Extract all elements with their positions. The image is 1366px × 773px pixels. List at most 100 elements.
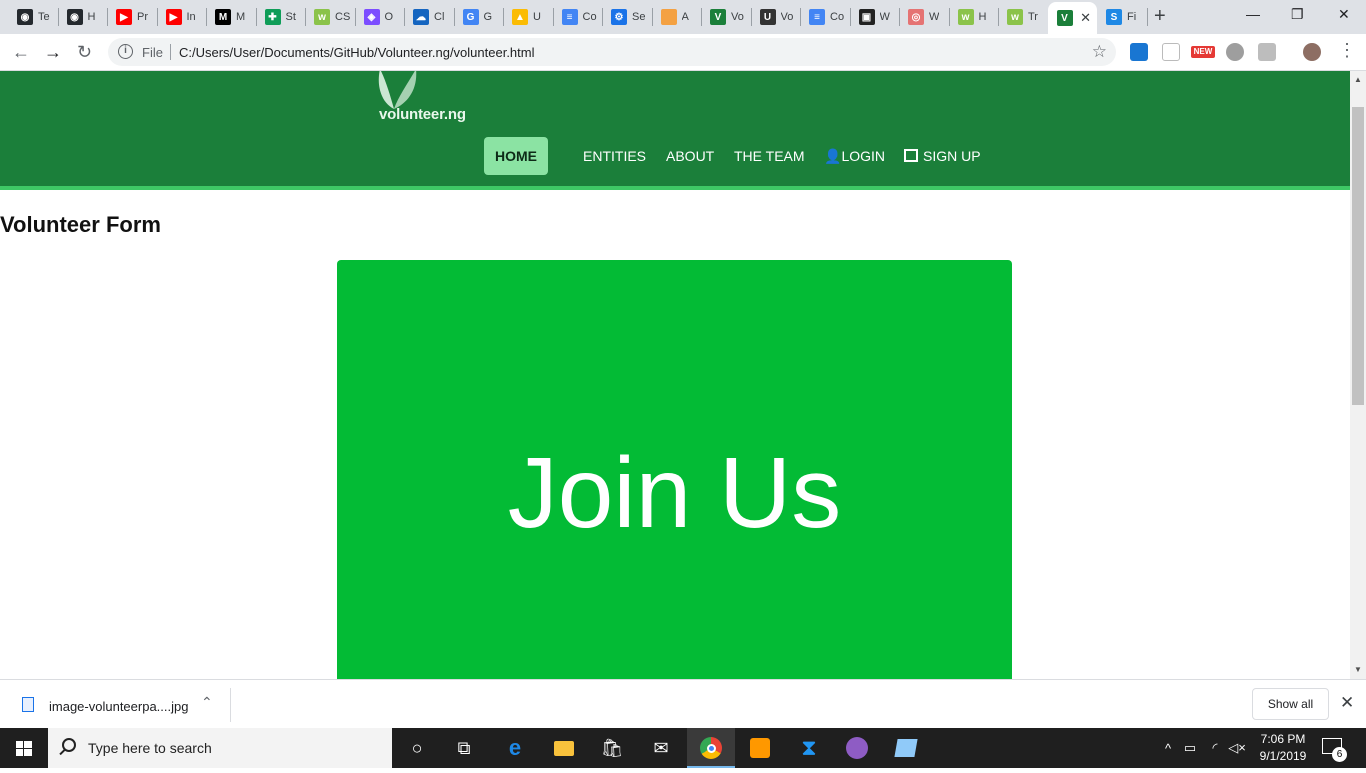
scroll-thumb[interactable] [1352, 107, 1364, 405]
search-icon [62, 738, 76, 752]
browser-tab[interactable]: ≡ Co [800, 2, 850, 32]
forward-button[interactable]: → [44, 41, 62, 63]
back-button[interactable]: ← [12, 41, 30, 63]
wifi-icon[interactable]: ◜ [1203, 736, 1227, 760]
github-desktop-icon[interactable] [845, 736, 869, 760]
address-bar[interactable]: i File C:/Users/User/Documents/GitHub/Vo… [108, 38, 1116, 66]
clock-date[interactable]: 9/1/2019 [1254, 749, 1312, 763]
browser-tab[interactable]: S Fi [1097, 2, 1147, 32]
browser-tab[interactable]: ◈ O [355, 2, 405, 32]
start-button[interactable] [0, 728, 48, 768]
show-hidden-icons-chevron-icon[interactable]: ^ [1156, 736, 1180, 760]
tab-title: H [978, 11, 987, 23]
new-tab-button[interactable]: + [1154, 6, 1166, 26]
menu-kebab-icon[interactable]: ⋮ [1338, 39, 1356, 61]
cortana-icon[interactable]: ○ [405, 736, 429, 760]
minimize-button[interactable]: — [1246, 6, 1260, 22]
browser-tab[interactable]: ⚙ Se [602, 2, 652, 32]
user-icon: 👤 [824, 148, 842, 164]
chevron-up-icon[interactable]: ⌃ [201, 694, 213, 711]
info-icon[interactable]: i [118, 44, 133, 59]
tab-favicon-icon: S [1106, 9, 1122, 25]
browser-tab[interactable]: ◉ Te [8, 2, 58, 32]
tab-favicon-icon: ≡ [809, 9, 825, 25]
nav-entities[interactable]: ENTITIES [583, 148, 646, 164]
extension-pocket-icon[interactable] [1162, 43, 1180, 61]
page-scrollbar[interactable]: ▲ ▼ [1350, 71, 1366, 679]
browser-tab[interactable]: V Vo [701, 2, 751, 32]
browser-tab[interactable]: ▶ In [157, 2, 207, 32]
bookmark-star-icon[interactable]: ☆ [1092, 42, 1107, 62]
scroll-down-arrow-icon[interactable]: ▼ [1354, 665, 1362, 674]
extension-s-icon[interactable] [1130, 43, 1148, 61]
restore-button[interactable]: ❐ [1291, 6, 1304, 23]
download-filename[interactable]: image-volunteerpa....jpg [49, 699, 188, 714]
store-icon[interactable]: 🛍 [600, 736, 624, 760]
tab-favicon-icon: w [957, 9, 974, 25]
task-view-icon[interactable]: ⧉ [452, 736, 476, 760]
close-window-button[interactable]: ✕ [1338, 6, 1350, 23]
reload-button[interactable]: ↻ [77, 41, 92, 63]
browser-tab[interactable]: A [652, 2, 702, 32]
chrome-icon[interactable] [699, 736, 723, 760]
extension-new-icon[interactable]: NEW [1191, 46, 1215, 58]
windows-logo-icon [16, 741, 32, 756]
nav-sign-up[interactable]: SIGN UP [904, 148, 981, 164]
nav-the-team[interactable]: THE TEAM [734, 148, 805, 164]
profile-avatar[interactable] [1303, 43, 1321, 61]
extension-pdf-icon[interactable] [1258, 43, 1276, 61]
form-title: Volunteer Form [0, 212, 161, 237]
tab-close-icon[interactable]: ✕ [1080, 10, 1091, 26]
file-label: File [142, 45, 163, 60]
scroll-up-arrow-icon[interactable]: ▲ [1354, 75, 1362, 84]
tab-title: CS [335, 11, 351, 23]
browser-tab[interactable]: ▣ W [850, 2, 900, 32]
tab-title: Cl [434, 11, 445, 23]
vscode-icon[interactable]: ⧗ [797, 735, 821, 760]
taskbar-search[interactable]: Type here to search [48, 728, 392, 768]
browser-tab[interactable]: ≡ Co [553, 2, 603, 32]
tab-active[interactable]: V ✕ [1047, 2, 1097, 34]
url-text[interactable]: C:/Users/User/Documents/GitHub/Volunteer… [179, 45, 535, 60]
edge-icon[interactable]: e [503, 735, 527, 760]
nav-home[interactable]: HOME [484, 137, 548, 175]
browser-tab[interactable]: w CS [305, 2, 355, 32]
logo-text[interactable]: volunteer.ng [379, 106, 466, 123]
tab-favicon-icon: V [710, 9, 726, 25]
browser-tab[interactable]: ▲ U [503, 2, 553, 32]
browser-tab[interactable]: wH [949, 2, 999, 32]
windows-taskbar: Type here to search ○ ⧉ e 🛍 ✉ ⧗ ^ ▭ ◜ ◁×… [0, 728, 1366, 768]
browser-tab[interactable]: U Vo [751, 2, 801, 32]
sublime-text-icon[interactable] [748, 736, 772, 760]
nav-signup-label: SIGN UP [923, 148, 981, 164]
battery-icon[interactable]: ▭ [1178, 736, 1202, 760]
browser-tab[interactable]: ◉ H [58, 2, 108, 32]
tab-title: Co [830, 11, 845, 23]
tab-title: In [186, 11, 196, 23]
show-all-button[interactable]: Show all [1252, 688, 1329, 720]
file-explorer-icon[interactable] [552, 736, 576, 760]
tab-favicon-icon: M [215, 9, 231, 25]
tab-title: H [87, 11, 96, 23]
browser-tab[interactable]: w Tr [998, 2, 1048, 32]
volume-muted-icon[interactable]: ◁× [1225, 736, 1249, 760]
clock-time[interactable]: 7:06 PM [1258, 732, 1308, 746]
tab-favicon-icon: ◈ [363, 9, 380, 25]
browser-tab[interactable]: MM [206, 2, 256, 32]
nav-about[interactable]: ABOUT [666, 148, 714, 164]
browser-tab[interactable]: ▶ Pr [107, 2, 157, 32]
tab-favicon-icon: ◉ [17, 9, 33, 25]
browser-tab[interactable]: ◎ W [899, 2, 949, 32]
mail-icon[interactable]: ✉ [649, 736, 673, 760]
browser-tab[interactable]: GG [454, 2, 504, 32]
tab-favicon-icon: ≡ [561, 9, 578, 25]
extension-help-icon[interactable] [1226, 43, 1244, 61]
close-download-bar-icon[interactable]: ✕ [1340, 693, 1354, 713]
nav-login[interactable]: 👤LOGIN [824, 148, 885, 165]
image-file-icon[interactable] [22, 697, 34, 712]
browser-tab[interactable]: ☁ Cl [404, 2, 454, 32]
taskbar-search-placeholder: Type here to search [88, 740, 212, 756]
notes-app-icon[interactable] [894, 736, 918, 760]
browser-tab[interactable]: ✚ St [256, 2, 306, 32]
tab-favicon-icon: w [1007, 9, 1023, 25]
